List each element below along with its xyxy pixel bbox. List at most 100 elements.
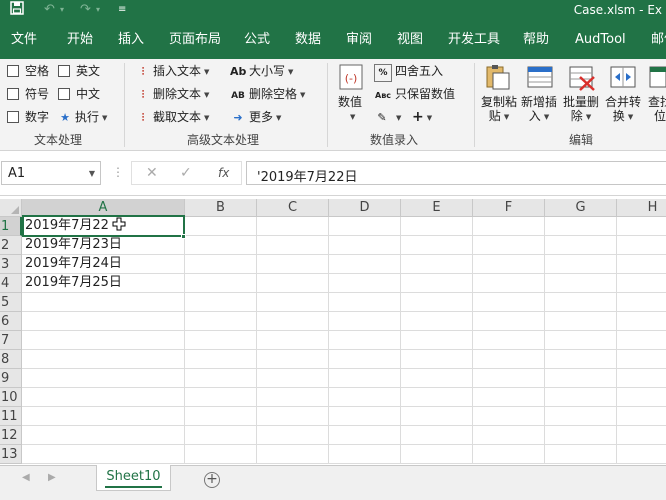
- grid-cell[interactable]: [257, 369, 329, 388]
- row-header-7[interactable]: 7: [0, 331, 22, 350]
- grid-cell[interactable]: [329, 312, 401, 331]
- enter-icon[interactable]: ✓: [180, 165, 192, 181]
- grid-cell[interactable]: [617, 236, 666, 255]
- checkbox-english[interactable]: 英文: [58, 63, 100, 79]
- extract-text-button[interactable]: ⫶ 截取文本 ▼: [136, 109, 210, 126]
- grid-cell[interactable]: [545, 236, 617, 255]
- checkbox-english-box[interactable]: [58, 65, 70, 77]
- grid-cell[interactable]: [22, 293, 185, 312]
- copy-paste-icon[interactable]: [484, 63, 512, 91]
- grid-cell[interactable]: [329, 331, 401, 350]
- column-header-g[interactable]: G: [545, 199, 617, 217]
- value-label[interactable]: 数值: [338, 95, 362, 109]
- grid-cell[interactable]: [473, 369, 545, 388]
- tab-formulas[interactable]: 公式: [244, 20, 270, 59]
- grid-cell[interactable]: [401, 236, 473, 255]
- tab-developer[interactable]: 开发工具: [448, 20, 500, 59]
- grid-cell[interactable]: [257, 426, 329, 445]
- grid-cell[interactable]: [473, 407, 545, 426]
- column-header-a[interactable]: A: [22, 199, 185, 217]
- grid-cell[interactable]: [401, 369, 473, 388]
- row-header-5[interactable]: 5: [0, 293, 22, 312]
- insert-function-icon[interactable]: fx: [218, 166, 229, 180]
- save-icon[interactable]: [10, 1, 24, 21]
- add-sheet-icon[interactable]: +: [204, 472, 220, 488]
- row-header-11[interactable]: 11: [0, 407, 22, 426]
- grid-cell[interactable]: [22, 312, 185, 331]
- execute-button[interactable]: ★ 执行 ▼: [58, 109, 107, 126]
- grid-cell[interactable]: [329, 236, 401, 255]
- name-box-dropdown-icon[interactable]: ▼: [89, 169, 95, 178]
- formula-bar-grip-icon[interactable]: ⋮: [112, 165, 124, 179]
- cell-a2[interactable]: 2019年7月23日: [22, 236, 185, 255]
- column-header-f[interactable]: F: [473, 199, 545, 217]
- grid-cell[interactable]: [22, 388, 185, 407]
- plus-button[interactable]: + ▼: [412, 109, 432, 126]
- worksheet-grid[interactable]: A B C D E F G H 1 2 3 4 5 6 7 8 9 10 11 …: [0, 199, 666, 465]
- tab-page-layout[interactable]: 页面布局: [169, 20, 221, 59]
- grid-cell[interactable]: [401, 312, 473, 331]
- grid-cell[interactable]: [617, 445, 666, 464]
- grid-cell[interactable]: [473, 236, 545, 255]
- value-caret-icon[interactable]: ▼: [350, 113, 355, 121]
- formula-input[interactable]: '2019年7月22日: [246, 161, 666, 185]
- grid-cell[interactable]: [329, 369, 401, 388]
- grid-cell[interactable]: [473, 274, 545, 293]
- copy-paste-label[interactable]: 复制粘贴 ▼: [481, 95, 517, 124]
- grid-cell[interactable]: [545, 350, 617, 369]
- round-button[interactable]: % 四舍五入: [374, 63, 443, 82]
- checkbox-space-box[interactable]: [7, 65, 19, 77]
- keep-value-button[interactable]: Aʙᴄ 只保留数值: [374, 86, 455, 104]
- grid-cell[interactable]: [329, 293, 401, 312]
- grid-cell[interactable]: [617, 388, 666, 407]
- checkbox-chinese-box[interactable]: [58, 88, 70, 100]
- grid-cell[interactable]: [329, 388, 401, 407]
- add-insert-icon[interactable]: [526, 63, 554, 91]
- grid-cell[interactable]: [401, 217, 473, 236]
- grid-cell[interactable]: [545, 293, 617, 312]
- grid-cell[interactable]: [329, 255, 401, 274]
- grid-cell[interactable]: [545, 426, 617, 445]
- next-sheet-icon[interactable]: ▶: [48, 472, 56, 483]
- fill-handle[interactable]: [181, 234, 186, 239]
- grid-cell[interactable]: [185, 293, 257, 312]
- tab-help[interactable]: 帮助: [523, 20, 549, 59]
- grid-cell[interactable]: [473, 331, 545, 350]
- grid-cell[interactable]: [401, 426, 473, 445]
- grid-cell[interactable]: [257, 236, 329, 255]
- grid-cell[interactable]: [401, 445, 473, 464]
- undo-icon[interactable]: ↶: [44, 1, 55, 19]
- column-header-h[interactable]: H: [617, 199, 666, 217]
- grid-cell[interactable]: [329, 274, 401, 293]
- tab-file[interactable]: 文件: [11, 20, 37, 59]
- row-header-13[interactable]: 13: [0, 445, 22, 464]
- select-all-button[interactable]: [0, 199, 22, 217]
- lookup-icon[interactable]: [648, 63, 666, 91]
- grid-cell[interactable]: [22, 350, 185, 369]
- grid-cell[interactable]: [545, 312, 617, 331]
- column-header-c[interactable]: C: [257, 199, 329, 217]
- grid-cell[interactable]: [185, 274, 257, 293]
- grid-cell[interactable]: [22, 407, 185, 426]
- grid-cell[interactable]: [22, 369, 185, 388]
- grid-cell[interactable]: [401, 388, 473, 407]
- grid-cell[interactable]: [545, 255, 617, 274]
- checkbox-symbol-box[interactable]: [7, 88, 19, 100]
- grid-cell[interactable]: [185, 426, 257, 445]
- merge-convert-icon[interactable]: [609, 63, 637, 91]
- row-header-3[interactable]: 3: [0, 255, 22, 274]
- tab-insert[interactable]: 插入: [118, 20, 144, 59]
- grid-cell[interactable]: [185, 217, 257, 236]
- grid-cell[interactable]: [257, 312, 329, 331]
- tab-data[interactable]: 数据: [295, 20, 321, 59]
- delete-space-button[interactable]: AB 删除空格 ▼: [230, 86, 305, 104]
- checkbox-number[interactable]: 数字: [7, 109, 49, 125]
- grid-cell[interactable]: [617, 274, 666, 293]
- grid-cell[interactable]: [329, 350, 401, 369]
- grid-cell[interactable]: [185, 445, 257, 464]
- grid-cell[interactable]: [185, 350, 257, 369]
- grid-cell[interactable]: [473, 255, 545, 274]
- grid-cell[interactable]: [257, 407, 329, 426]
- edit-format-button[interactable]: ✎ ▼: [374, 109, 401, 126]
- grid-cell[interactable]: [545, 217, 617, 236]
